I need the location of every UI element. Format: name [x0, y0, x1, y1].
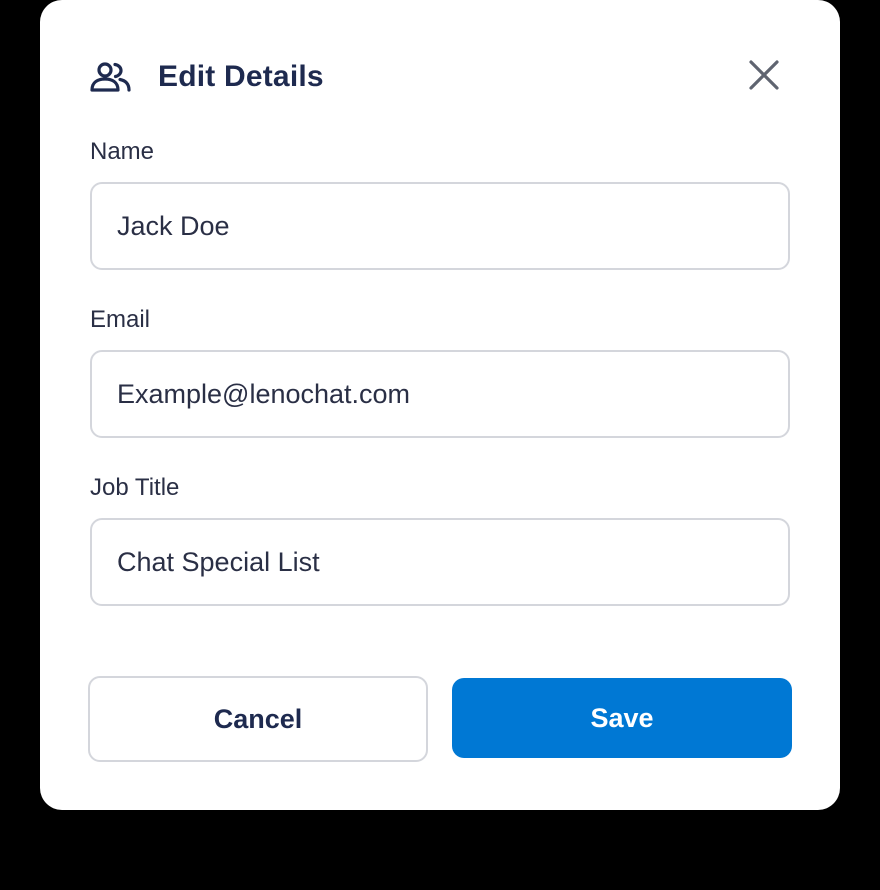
close-button[interactable]	[744, 56, 784, 96]
edit-details-dialog: Edit Details Name Email Job Title Cancel…	[40, 0, 840, 810]
job-title-label: Job Title	[90, 474, 180, 501]
email-label: Email	[90, 306, 151, 333]
dialog-header: Edit Details	[90, 50, 324, 104]
cancel-button[interactable]: Cancel	[88, 676, 428, 762]
name-label: Name	[90, 138, 155, 165]
name-field[interactable]	[90, 182, 790, 270]
dialog-title: Edit Details	[158, 60, 324, 93]
close-icon	[748, 59, 780, 94]
users-icon	[90, 61, 132, 93]
job-title-field[interactable]	[90, 518, 790, 606]
save-button[interactable]: Save	[452, 678, 792, 758]
email-field[interactable]	[90, 350, 790, 438]
